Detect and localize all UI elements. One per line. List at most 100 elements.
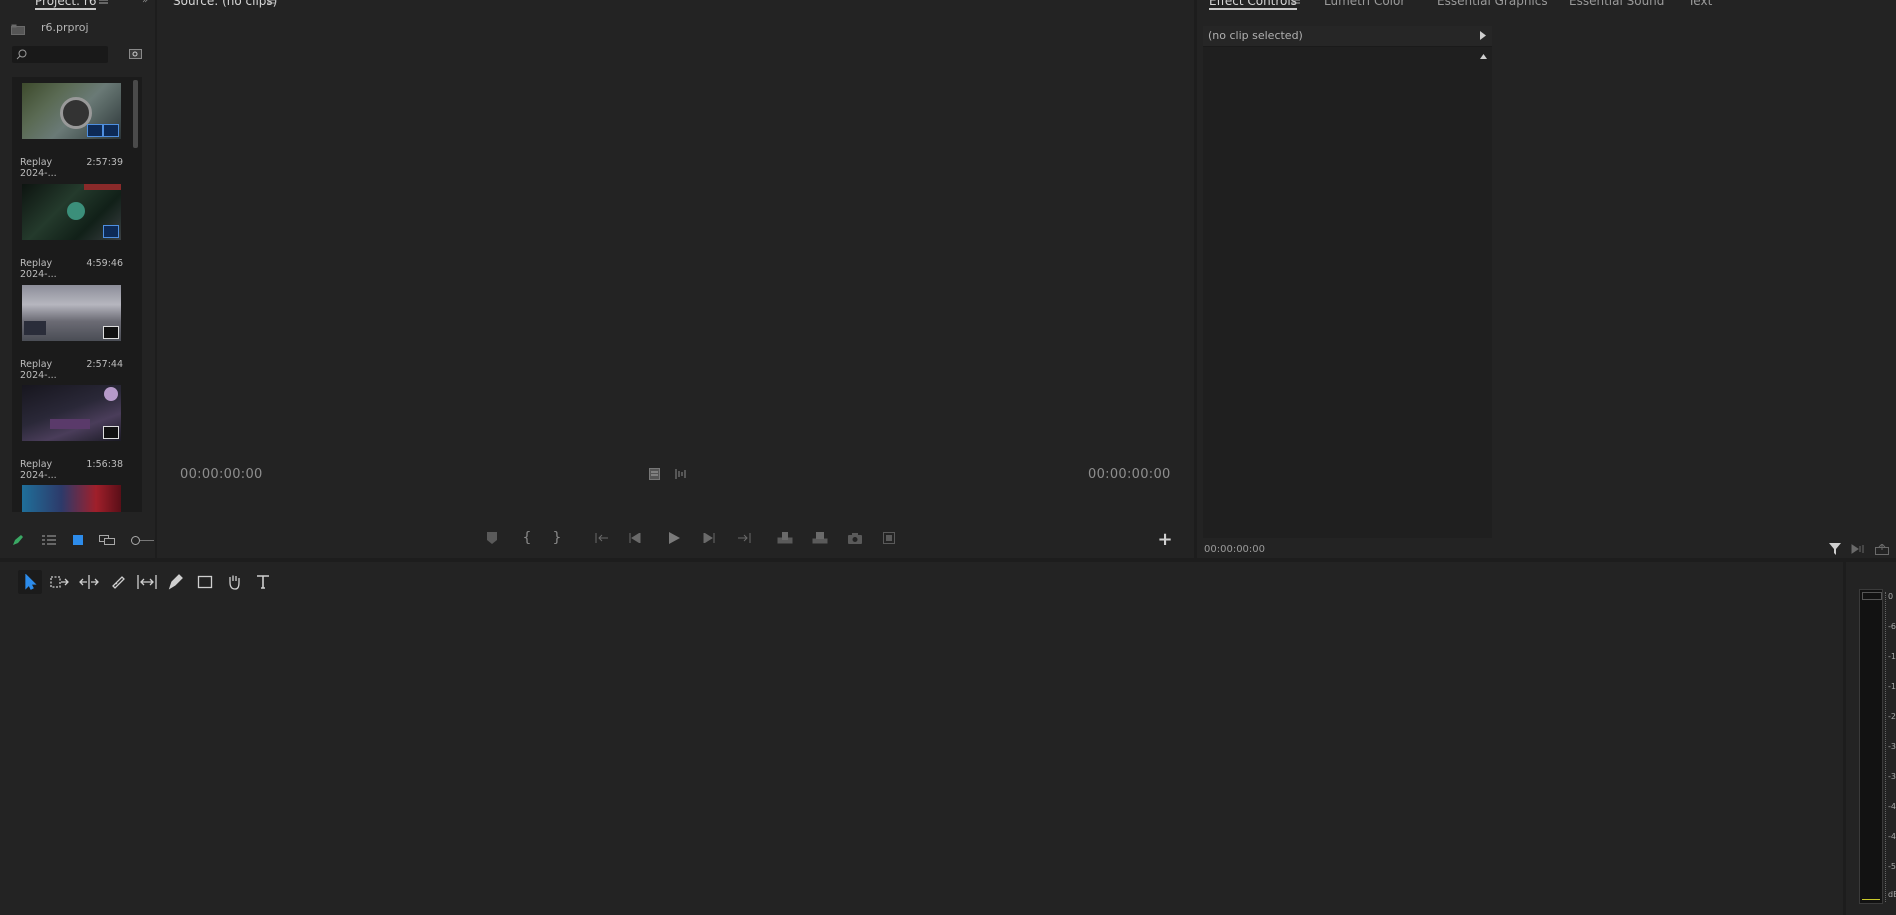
source-timecode-duration: 00:00:00:00: [1088, 467, 1171, 482]
track-select-icon: [50, 576, 69, 588]
source-timecode-current[interactable]: 00:00:00:00: [180, 467, 263, 482]
tab-source-monitor[interactable]: Source: (no clips): [173, 0, 277, 8]
play-audio-icon[interactable]: [1850, 542, 1866, 556]
export-icon[interactable]: [1874, 542, 1890, 556]
effect-controls-timecode[interactable]: 00:00:00:00: [1204, 544, 1265, 555]
meter-tick: -54: [1888, 862, 1896, 871]
clip-name: Replay 2024-...: [20, 258, 57, 280]
meter-tick: -30: [1888, 742, 1896, 751]
clip-thumbnail: [22, 184, 121, 240]
expand-panels-icon[interactable]: »: [138, 0, 152, 6]
type-tool[interactable]: [251, 570, 275, 594]
drag-video-icon[interactable]: [647, 467, 661, 481]
rectangle-icon: [197, 575, 213, 589]
scrollbar[interactable]: [133, 80, 138, 148]
go-to-in-icon[interactable]: [594, 531, 610, 545]
play-icon[interactable]: [667, 531, 681, 545]
pen-tool[interactable]: [164, 570, 188, 594]
audio-meter-panel: 0 -6 -12 -18 -24 -30 -36 -42 -48 -54 dB: [1846, 562, 1896, 915]
clip-duration: 4:59:46: [86, 258, 123, 269]
insert-icon[interactable]: [776, 531, 794, 545]
filter-icon[interactable]: [1827, 542, 1843, 556]
mark-out-icon[interactable]: }: [550, 530, 564, 546]
project-file-name: r6.prproj: [41, 21, 89, 34]
tab-project[interactable]: Project: r6: [35, 0, 97, 10]
pen-icon: [168, 574, 183, 590]
step-forward-icon[interactable]: [702, 531, 716, 545]
timeline-panel: [0, 562, 1843, 915]
meter-tick: -6: [1888, 622, 1896, 631]
meter-tick: -36: [1888, 772, 1896, 781]
tab-essential-graphics[interactable]: Essential Graphics: [1437, 0, 1548, 8]
selection-tool[interactable]: [18, 570, 42, 594]
mark-in-icon[interactable]: {: [520, 530, 534, 546]
drag-audio-icon[interactable]: [673, 467, 689, 481]
clip-thumbnail: [22, 285, 121, 341]
meter-tick: -42: [1888, 802, 1896, 811]
hand-icon: [229, 575, 240, 590]
clip-item[interactable]: [20, 485, 123, 512]
list-view-icon[interactable]: [41, 533, 57, 547]
search-input[interactable]: [30, 47, 108, 63]
clip-thumbnail: [22, 83, 121, 139]
clip-name: Replay 2024-...: [20, 157, 57, 179]
hand-tool[interactable]: [222, 570, 246, 594]
freeform-view-icon[interactable]: [98, 533, 116, 547]
go-to-out-icon[interactable]: [736, 531, 752, 545]
clip-duration: 1:56:38: [86, 459, 123, 470]
bin-icon: [10, 22, 26, 36]
overwrite-icon[interactable]: [811, 531, 829, 545]
clip-thumbnail: [22, 385, 121, 441]
clip-duration: 2:57:44: [86, 359, 123, 370]
search-icon: [15, 48, 27, 60]
effect-controls-body: [1203, 47, 1492, 538]
pencil-icon[interactable]: [11, 533, 25, 547]
clip-thumbnail: [22, 485, 121, 512]
clip-name: Replay 2024-...: [20, 459, 57, 481]
slip-icon: [137, 575, 157, 589]
effect-controls-header: (no clip selected): [1203, 26, 1492, 47]
meter-tick: dB: [1888, 890, 1896, 899]
source-monitor-panel: Source: (no clips) 00:00:00:00 00:00:00:…: [157, 0, 1194, 558]
clip-list: Replay 2024-... 2:57:39 Replay 2024-... 4:…: [12, 77, 142, 512]
track-select-forward-tool[interactable]: [48, 570, 72, 594]
type-icon: [257, 575, 269, 589]
tab-text[interactable]: Text: [1688, 0, 1712, 8]
search-field[interactable]: [12, 46, 108, 63]
panel-menu-icon[interactable]: [97, 0, 109, 6]
meter-tick: 0: [1888, 592, 1894, 601]
export-frame-icon[interactable]: [847, 531, 863, 545]
meter-tick: -12: [1888, 652, 1896, 661]
panel-menu-icon[interactable]: [1289, 0, 1301, 6]
step-back-icon[interactable]: [628, 531, 642, 545]
meter-tick: -24: [1888, 712, 1896, 721]
panel-menu-icon[interactable]: [265, 0, 277, 6]
multicam-icon[interactable]: [881, 531, 897, 545]
tab-effect-controls[interactable]: Effect Controls: [1209, 0, 1297, 10]
ripple-edit-tool[interactable]: [77, 570, 101, 594]
button-editor-icon[interactable]: +: [1157, 529, 1173, 550]
rectangle-tool[interactable]: [193, 570, 217, 594]
ripple-edit-icon: [79, 575, 99, 589]
razor-tool[interactable]: [106, 570, 130, 594]
tab-essential-sound[interactable]: Essential Sound: [1569, 0, 1664, 8]
meter-tick: -18: [1888, 682, 1896, 691]
meter-tick: -48: [1888, 832, 1896, 841]
audio-meter-scale: 0 -6 -12 -18 -24 -30 -36 -42 -48 -54 dB: [1885, 592, 1896, 902]
audio-meter-bar: [1859, 589, 1883, 904]
slip-tool[interactable]: [135, 570, 159, 594]
show-timeline-icon[interactable]: [1477, 29, 1489, 41]
icon-view-icon[interactable]: [71, 533, 85, 547]
tab-lumetri-color[interactable]: Lumetri Color: [1324, 0, 1405, 8]
selection-arrow-icon: [25, 574, 37, 590]
effect-controls-panel: Effect Controls Lumetri Color Essential …: [1197, 0, 1896, 558]
scroll-up-icon[interactable]: [1478, 51, 1488, 61]
clip-name: Replay 2024-...: [20, 359, 57, 381]
zoom-slider[interactable]: [131, 536, 155, 545]
razor-icon: [112, 576, 125, 589]
find-icon[interactable]: [128, 48, 142, 60]
add-marker-icon[interactable]: [485, 531, 499, 545]
no-clip-label: (no clip selected): [1208, 29, 1303, 42]
project-panel: Project: r6 » r6.prproj Replay 2024-... 2…: [0, 0, 155, 558]
clip-duration: 2:57:39: [86, 157, 123, 168]
